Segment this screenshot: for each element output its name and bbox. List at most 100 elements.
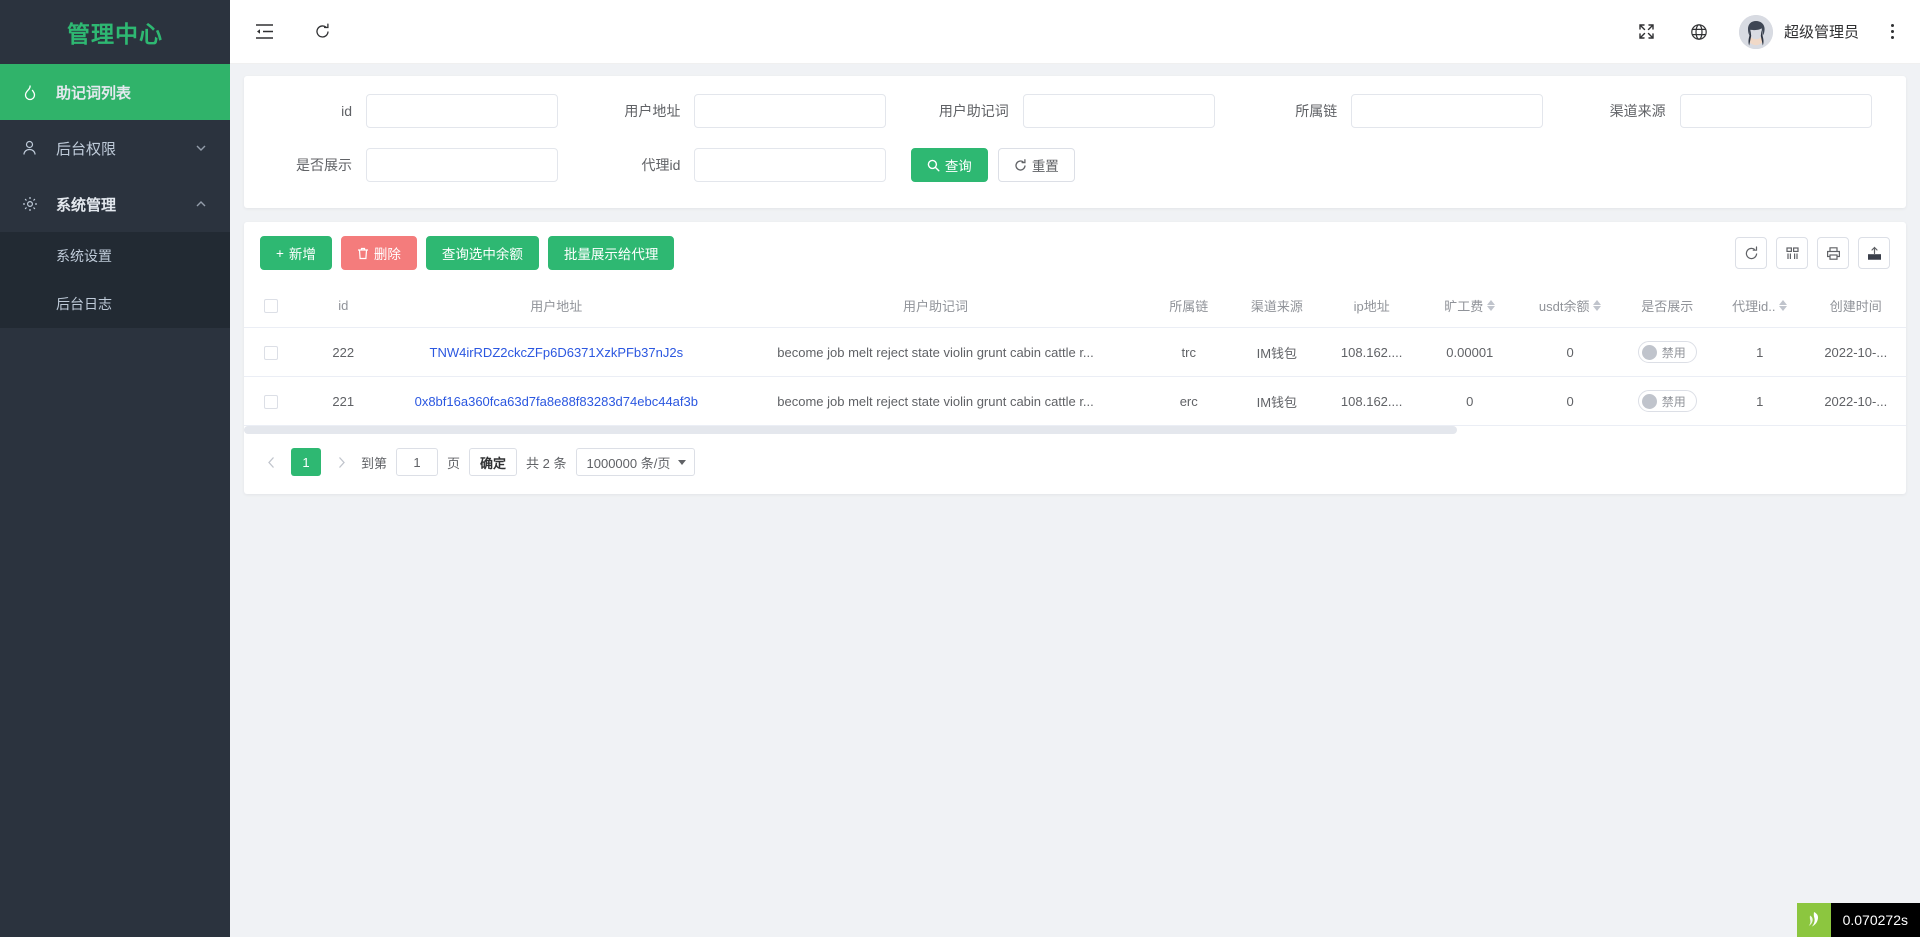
select-all-checkbox[interactable] (264, 299, 278, 313)
chevron-up-icon (194, 197, 208, 211)
table-scroll-container: id 用户地址 用户助记词 所属链 渠道来源 ip地址 旷工费 (244, 284, 1906, 434)
search-input-user-mnemonic[interactable] (1023, 94, 1215, 128)
cell-channel: IM钱包 (1230, 377, 1324, 426)
navbar-left-group (252, 20, 334, 44)
query-selected-balance-button[interactable]: 查询选中余额 (426, 236, 539, 270)
header-id[interactable]: id (298, 284, 389, 328)
add-button-label: 新增 (289, 243, 316, 263)
batch-show-to-agent-button[interactable]: 批量展示给代理 (548, 236, 675, 270)
cell-ip: 108.162.... (1324, 328, 1420, 377)
filter-user-address: 用户地址 (582, 94, 910, 128)
table-refresh-button[interactable] (1735, 237, 1767, 269)
header-chain[interactable]: 所属链 (1147, 284, 1230, 328)
header-gas[interactable]: 旷工费 (1420, 284, 1520, 328)
cell-agent-id: 1 (1714, 328, 1805, 377)
chevron-left-icon (267, 456, 276, 469)
filter-label: 是否展示 (254, 155, 366, 175)
page-size-label: 1000000 条/页 (587, 453, 671, 472)
chevron-right-icon (337, 456, 346, 469)
table-row[interactable]: 221 0x8bf16a360fca63d7fa8e88f83283d74ebc… (244, 377, 1906, 426)
sidebar-item-label: 系统管理 (56, 194, 194, 215)
table-print-button[interactable] (1817, 237, 1849, 269)
filter-label: 用户地址 (582, 101, 694, 121)
search-input-channel[interactable] (1680, 94, 1872, 128)
cell-chain: erc (1147, 377, 1230, 426)
row-checkbox[interactable] (264, 346, 278, 360)
search-icon (927, 159, 940, 172)
toggle-label: 禁用 (1662, 393, 1686, 410)
cell-is-shown: 禁用 (1620, 377, 1714, 426)
data-table-card: + 新增 删除 查询选中余额 批量展示 (244, 222, 1906, 494)
cell-id: 221 (298, 377, 389, 426)
filter-label: 代理id (582, 155, 694, 175)
query-button[interactable]: 查询 (911, 148, 988, 182)
table-horizontal-scrollbar[interactable] (244, 426, 1906, 434)
show-toggle[interactable]: 禁用 (1638, 341, 1697, 363)
submenu-item-label: 系统设置 (56, 246, 112, 266)
globe-icon[interactable] (1687, 20, 1711, 44)
goto-confirm-button[interactable]: 确定 (469, 448, 517, 476)
prev-page-button[interactable] (260, 448, 282, 476)
header-select-all (244, 284, 298, 328)
header-address[interactable]: 用户地址 (389, 284, 724, 328)
table-header-row: id 用户地址 用户助记词 所属链 渠道来源 ip地址 旷工费 (244, 284, 1906, 328)
user-profile[interactable]: 超级管理员 (1739, 15, 1859, 49)
row-checkbox[interactable] (264, 395, 278, 409)
address-link[interactable]: 0x8bf16a360fca63d7fa8e88f83283d74ebc44af… (415, 394, 698, 409)
app-root: 管理中心 助记词列表 后台权限 (0, 0, 1920, 937)
header-ip[interactable]: ip地址 (1324, 284, 1420, 328)
header-mnemonic[interactable]: 用户助记词 (724, 284, 1148, 328)
sidebar: 管理中心 助记词列表 后台权限 (0, 0, 230, 937)
cell-is-shown: 禁用 (1620, 328, 1714, 377)
menu-fold-icon[interactable] (252, 20, 276, 44)
delete-button[interactable]: 删除 (341, 236, 417, 270)
sidebar-item-backend-log[interactable]: 后台日志 (0, 280, 230, 328)
column-label: 用户地址 (530, 299, 582, 314)
sidebar-item-backend-permission[interactable]: 后台权限 (0, 120, 230, 176)
sort-icon[interactable] (1487, 300, 1495, 311)
query-selected-balance-label: 查询选中余额 (442, 243, 523, 263)
vue-logo-icon (1797, 903, 1831, 937)
table-export-button[interactable] (1858, 237, 1890, 269)
column-label: 用户助记词 (903, 299, 968, 314)
goto-page-input[interactable] (396, 448, 438, 476)
search-input-agent-id[interactable] (694, 148, 886, 182)
search-input-chain[interactable] (1351, 94, 1543, 128)
column-label: 所属链 (1169, 299, 1208, 314)
header-usdt[interactable]: usdt余额 (1520, 284, 1620, 328)
search-input-id[interactable] (366, 94, 558, 128)
sidebar-item-system-management[interactable]: 系统管理 (0, 176, 230, 232)
next-page-button[interactable] (330, 448, 352, 476)
show-toggle[interactable]: 禁用 (1638, 390, 1697, 412)
header-channel[interactable]: 渠道来源 (1230, 284, 1324, 328)
filter-label: 用户助记词 (911, 101, 1023, 121)
sort-icon[interactable] (1593, 300, 1601, 311)
performance-badge: 0.070272s (1797, 903, 1920, 937)
kebab-menu-icon[interactable] (1887, 20, 1898, 43)
reset-button[interactable]: 重置 (998, 148, 1075, 182)
fullscreen-icon[interactable] (1635, 20, 1659, 44)
scrollbar-thumb[interactable] (244, 426, 1457, 434)
sidebar-item-system-settings[interactable]: 系统设置 (0, 232, 230, 280)
header-agent-id[interactable]: 代理id.. (1714, 284, 1805, 328)
page-size-select[interactable]: 1000000 条/页 (576, 448, 696, 476)
header-created-at[interactable]: 创建时间 (1806, 284, 1907, 328)
add-button[interactable]: + 新增 (260, 236, 332, 270)
table-columns-button[interactable] (1776, 237, 1808, 269)
search-input-is-shown[interactable] (366, 148, 558, 182)
column-label: 是否展示 (1641, 299, 1693, 314)
page-content: id 用户地址 用户助记词 所属链 (230, 64, 1920, 937)
cell-gas: 0.00001 (1420, 328, 1520, 377)
filter-label: 渠道来源 (1568, 101, 1680, 121)
search-input-user-address[interactable] (694, 94, 886, 128)
plus-icon: + (276, 246, 284, 261)
page-number-1[interactable]: 1 (291, 448, 321, 476)
sidebar-item-mnemonic-list[interactable]: 助记词列表 (0, 64, 230, 120)
sort-icon[interactable] (1779, 300, 1787, 311)
address-link[interactable]: TNW4irRDZ2ckcZFp6D6371XzkPFb37nJ2s (430, 345, 684, 360)
refresh-icon[interactable] (310, 20, 334, 44)
toggle-label: 禁用 (1662, 344, 1686, 361)
table-row[interactable]: 222 TNW4irRDZ2ckcZFp6D6371XzkPFb37nJ2s b… (244, 328, 1906, 377)
toggle-knob (1642, 394, 1657, 409)
header-is-shown[interactable]: 是否展示 (1620, 284, 1714, 328)
